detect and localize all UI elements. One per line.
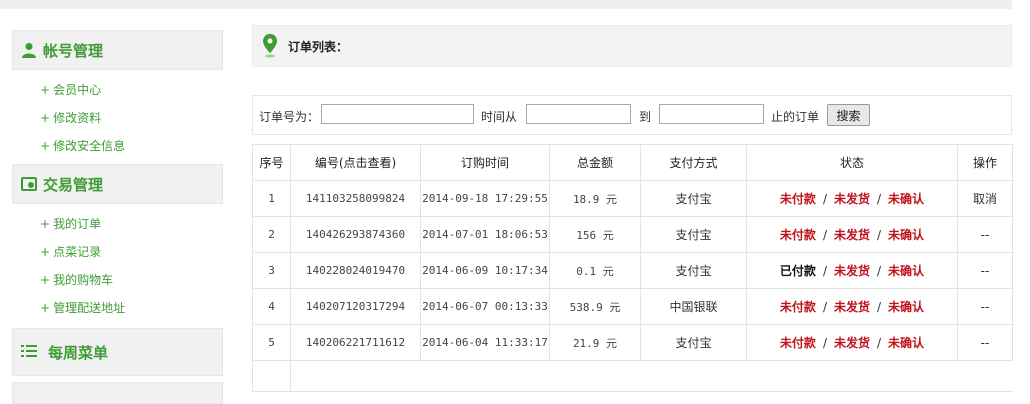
top-bar bbox=[0, 0, 1012, 9]
order-amount: 21.9 元 bbox=[549, 324, 641, 361]
order-status: 未付款 / 未发货 / 未确认 bbox=[746, 180, 958, 217]
sidebar-section-title: 交易管理 bbox=[43, 176, 104, 194]
payment-method: 支付宝 bbox=[640, 180, 747, 217]
order-amount: 0.1 元 bbox=[549, 252, 641, 289]
table-row: 4 140207120317294 2014-06-07 00:13:33 53… bbox=[252, 288, 1013, 325]
confirm-status: 未确认 bbox=[888, 264, 925, 278]
table-row: 3 140228024019470 2014-06-09 10:17:34 0.… bbox=[252, 252, 1013, 289]
order-number-input[interactable] bbox=[321, 104, 474, 124]
order-time: 2014-06-09 10:17:34 bbox=[420, 252, 550, 289]
order-number-link[interactable]: 140426293874360 bbox=[290, 216, 421, 253]
order-status: 未付款 / 未发货 / 未确认 bbox=[746, 216, 958, 253]
time-from-input[interactable] bbox=[526, 104, 631, 124]
sidebar-item-edit-profile[interactable]: + 修改资料 bbox=[40, 104, 223, 132]
page-title: 订单列表： bbox=[288, 40, 349, 54]
user-icon bbox=[22, 43, 36, 58]
order-action: -- bbox=[957, 324, 1013, 361]
order-number-link[interactable]: 140207120317294 bbox=[290, 288, 421, 325]
main-content: 订单列表： 订单号为： 时间从 到 止的订单 搜索 序号 编号(点击查看) 订购… bbox=[252, 25, 1013, 392]
order-list-header: 订单列表： bbox=[252, 25, 1012, 67]
row-index: 5 bbox=[252, 324, 291, 361]
column-header-number: 编号(点击查看) bbox=[290, 144, 421, 181]
order-number-label: 订单号为： bbox=[259, 110, 320, 124]
payment-method: 支付宝 bbox=[640, 252, 747, 289]
until-label: 止的订单 bbox=[771, 110, 820, 124]
column-header-payment: 支付方式 bbox=[640, 144, 747, 181]
pay-status: 未付款 bbox=[779, 192, 816, 206]
sidebar-item-delivery-address[interactable]: + 管理配送地址 bbox=[40, 294, 223, 322]
row-index: 3 bbox=[252, 252, 291, 289]
sidebar-section-trade[interactable]: 交易管理 bbox=[12, 164, 223, 204]
order-amount: 538.9 元 bbox=[549, 288, 641, 325]
sidebar-item-shopping-cart[interactable]: + 我的购物车 bbox=[40, 266, 223, 294]
ship-status: 未发货 bbox=[833, 264, 870, 278]
order-status: 未付款 / 未发货 / 未确认 bbox=[746, 288, 958, 325]
sidebar-item-member-center[interactable]: + 会员中心 bbox=[40, 76, 223, 104]
confirm-status: 未确认 bbox=[888, 228, 925, 242]
order-status: 已付款 / 未发货 / 未确认 bbox=[746, 252, 958, 289]
sidebar-item-order-history[interactable]: + 点菜记录 bbox=[40, 238, 223, 266]
to-label: 到 bbox=[639, 110, 652, 124]
order-time: 2014-06-07 00:13:33 bbox=[420, 288, 550, 325]
pay-status: 未付款 bbox=[779, 228, 816, 242]
confirm-status: 未确认 bbox=[888, 336, 925, 350]
sidebar-list-trade: + 我的订单 + 点菜记录 + 我的购物车 + 管理配送地址 bbox=[12, 204, 223, 326]
list-icon bbox=[21, 345, 37, 357]
row-index: 4 bbox=[252, 288, 291, 325]
location-pin-icon bbox=[263, 34, 277, 58]
sidebar-item-edit-security[interactable]: + 修改安全信息 bbox=[40, 132, 223, 160]
table-row-empty bbox=[252, 360, 1013, 392]
sidebar-section-title: 帐号管理 bbox=[43, 42, 104, 60]
sidebar-section-account[interactable]: 帐号管理 bbox=[12, 30, 223, 70]
table-row: 5 140206221711612 2014-06-04 11:33:17 21… bbox=[252, 324, 1013, 361]
order-number-link[interactable]: 140228024019470 bbox=[290, 252, 421, 289]
column-header-time: 订购时间 bbox=[420, 144, 550, 181]
order-number-link[interactable]: 141103258099824 bbox=[290, 180, 421, 217]
order-amount: 156 元 bbox=[549, 216, 641, 253]
table-row: 2 140426293874360 2014-07-01 18:06:53 15… bbox=[252, 216, 1013, 253]
payment-method: 支付宝 bbox=[640, 324, 747, 361]
confirm-status: 未确认 bbox=[888, 192, 925, 206]
column-header-index: 序号 bbox=[252, 144, 291, 181]
order-time: 2014-07-01 18:06:53 bbox=[420, 216, 550, 253]
pay-status: 已付款 bbox=[779, 264, 816, 278]
pay-status: 未付款 bbox=[779, 300, 816, 314]
trade-icon bbox=[21, 177, 37, 191]
order-number-link[interactable]: 140206221711612 bbox=[290, 324, 421, 361]
order-time: 2014-09-18 17:29:55 bbox=[420, 180, 550, 217]
column-header-action: 操作 bbox=[957, 144, 1013, 181]
sidebar-section-partial bbox=[12, 382, 223, 404]
cancel-order-link[interactable]: 取消 bbox=[957, 180, 1013, 217]
payment-method: 支付宝 bbox=[640, 216, 747, 253]
time-from-label: 时间从 bbox=[481, 110, 518, 124]
time-to-input[interactable] bbox=[659, 104, 764, 124]
sidebar-section-title: 每周菜单 bbox=[48, 344, 109, 362]
order-action: -- bbox=[957, 216, 1013, 253]
ship-status: 未发货 bbox=[833, 228, 870, 242]
search-button[interactable]: 搜索 bbox=[827, 104, 870, 126]
order-time: 2014-06-04 11:33:17 bbox=[420, 324, 550, 361]
payment-method: 中国银联 bbox=[640, 288, 747, 325]
confirm-status: 未确认 bbox=[888, 300, 925, 314]
pay-status: 未付款 bbox=[779, 336, 816, 350]
table-row: 1 141103258099824 2014-09-18 17:29:55 18… bbox=[252, 180, 1013, 217]
order-status: 未付款 / 未发货 / 未确认 bbox=[746, 324, 958, 361]
order-amount: 18.9 元 bbox=[549, 180, 641, 217]
column-header-amount: 总金额 bbox=[549, 144, 641, 181]
order-action: -- bbox=[957, 288, 1013, 325]
ship-status: 未发货 bbox=[833, 192, 870, 206]
sidebar: 帐号管理 + 会员中心 + 修改资料 + 修改安全信息 交易管理 + 我的订单 + 点菜记… bbox=[12, 30, 223, 404]
sidebar-section-weekly-menu[interactable]: 每周菜单 bbox=[12, 328, 223, 376]
orders-table: 序号 编号(点击查看) 订购时间 总金额 支付方式 状态 操作 1 141103… bbox=[252, 144, 1013, 392]
row-index: 1 bbox=[252, 180, 291, 217]
sidebar-list-account: + 会员中心 + 修改资料 + 修改安全信息 bbox=[12, 70, 223, 164]
column-header-status: 状态 bbox=[746, 144, 958, 181]
table-header-row: 序号 编号(点击查看) 订购时间 总金额 支付方式 状态 操作 bbox=[252, 144, 1013, 181]
row-index: 2 bbox=[252, 216, 291, 253]
order-action: -- bbox=[957, 252, 1013, 289]
ship-status: 未发货 bbox=[833, 336, 870, 350]
order-search-bar: 订单号为： 时间从 到 止的订单 搜索 bbox=[252, 95, 1012, 135]
sidebar-item-my-orders[interactable]: + 我的订单 bbox=[40, 210, 223, 238]
ship-status: 未发货 bbox=[833, 300, 870, 314]
